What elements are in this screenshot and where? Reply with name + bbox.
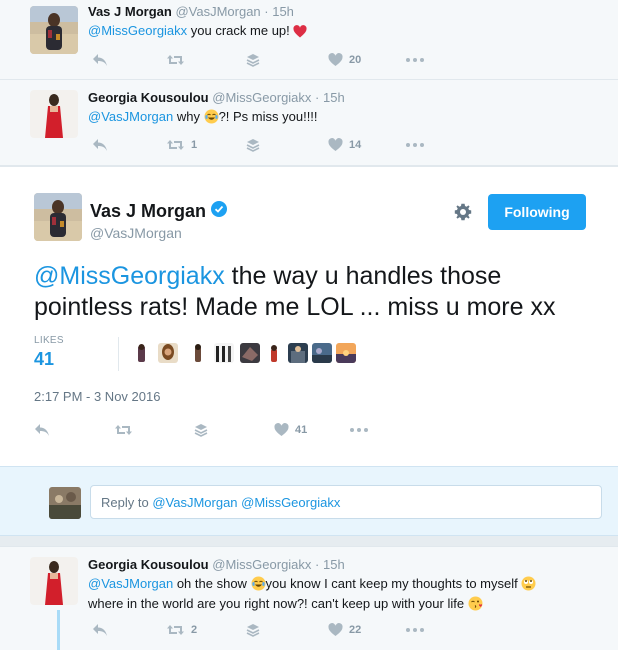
retweet-button[interactable] — [166, 51, 191, 69]
retweet-button[interactable]: 2 — [166, 621, 197, 639]
author-handle[interactable]: @VasJMorgan — [175, 4, 260, 19]
reply-composer: Reply to @VasJMorgan @MissGeorgiakx — [0, 466, 618, 536]
thread-connector — [57, 610, 60, 650]
buffer-icon — [194, 423, 208, 437]
eye-roll-icon — [521, 576, 536, 595]
red-heart-icon — [293, 25, 307, 42]
tears-of-joy-icon — [204, 109, 219, 128]
avatar[interactable] — [30, 557, 78, 605]
more-button[interactable] — [406, 51, 424, 69]
retweet-icon — [166, 53, 185, 67]
more-icon — [406, 143, 424, 147]
tears-of-joy-icon — [251, 576, 266, 595]
liker-avatar[interactable] — [288, 343, 308, 363]
retweet-icon — [166, 138, 185, 152]
reply-button[interactable] — [34, 421, 50, 439]
buffer-icon — [246, 623, 260, 637]
author-name[interactable]: Vas J Morgan — [90, 201, 228, 222]
divider — [118, 337, 119, 371]
liker-avatar[interactable] — [132, 343, 152, 363]
tweet-item[interactable]: Georgia Kousoulou @MissGeorgiakx · 15h @… — [0, 80, 618, 166]
buffer-icon — [246, 53, 260, 67]
verified-icon — [211, 201, 228, 222]
buffer-button[interactable] — [194, 421, 208, 439]
kissing-face-icon — [468, 596, 483, 615]
avatar[interactable] — [34, 193, 82, 241]
tweet-text: @VasJMorgan oh the show you know I cant … — [88, 575, 536, 615]
mention-link[interactable]: @VasJMorgan — [88, 576, 173, 591]
reply-icon — [34, 423, 50, 437]
likes-label: LIKES — [34, 335, 64, 346]
tweet-header: Georgia Kousoulou @MissGeorgiakx · 15h — [88, 557, 345, 572]
reply-button[interactable] — [92, 136, 108, 154]
tweet-item[interactable]: Vas J Morgan @VasJMorgan · 15h @MissGeor… — [0, 0, 618, 80]
buffer-button[interactable] — [246, 136, 260, 154]
tweet-actions: 2 22 — [88, 621, 448, 639]
tweet-time[interactable]: · 15h — [315, 557, 345, 572]
liker-avatar[interactable] — [336, 343, 356, 363]
mention-link[interactable]: @VasJMorgan — [88, 109, 173, 124]
heart-icon — [328, 53, 343, 67]
tweet-header: Vas J Morgan @VasJMorgan · 15h — [88, 4, 294, 19]
buffer-button[interactable] — [246, 51, 260, 69]
tweet-time[interactable]: · 15h — [315, 90, 345, 105]
author-handle[interactable]: @MissGeorgiakx — [212, 90, 311, 105]
heart-icon — [328, 138, 343, 152]
liker-avatar[interactable] — [312, 343, 332, 363]
reply-button[interactable] — [92, 51, 108, 69]
following-button[interactable]: Following — [488, 194, 586, 230]
more-icon — [406, 58, 424, 62]
tweet-text: @MissGeorgiakx you crack me up! — [88, 22, 307, 42]
retweet-button[interactable]: 1 — [166, 136, 197, 154]
more-button[interactable] — [406, 136, 424, 154]
more-icon — [406, 628, 424, 632]
tweet-actions: 1 14 — [88, 136, 448, 154]
like-button[interactable]: 41 — [274, 421, 307, 439]
heart-icon — [328, 623, 343, 637]
tweet-header: Georgia Kousoulou @MissGeorgiakx · 15h — [88, 90, 345, 105]
like-button[interactable]: 14 — [328, 136, 361, 154]
like-button[interactable]: 20 — [328, 51, 361, 69]
retweet-icon — [166, 623, 185, 637]
more-button[interactable] — [350, 421, 368, 439]
liker-avatar[interactable] — [264, 343, 284, 363]
more-button[interactable] — [406, 621, 424, 639]
author-name[interactable]: Georgia Kousoulou — [88, 90, 209, 105]
reply-icon — [92, 53, 108, 67]
retweet-icon — [114, 423, 133, 437]
tweet-timestamp[interactable]: 2:17 PM - 3 Nov 2016 — [34, 389, 160, 404]
author-name[interactable]: Vas J Morgan — [88, 4, 172, 19]
reply-button[interactable] — [92, 621, 108, 639]
tweet-text: @MissGeorgiakx the way u handles those p… — [34, 262, 556, 321]
more-icon — [350, 428, 368, 432]
current-user-avatar — [49, 487, 81, 519]
like-button[interactable]: 22 — [328, 621, 361, 639]
mention-link[interactable]: @MissGeorgiakx — [34, 262, 225, 290]
liker-avatar[interactable] — [214, 343, 234, 363]
liker-avatar[interactable] — [158, 343, 178, 363]
tweet-actions: 20 — [88, 51, 448, 69]
tweet-actions: 41 — [34, 421, 414, 439]
avatar[interactable] — [30, 90, 78, 138]
liker-avatar[interactable] — [240, 343, 260, 363]
liker-avatar[interactable] — [188, 343, 208, 363]
avatar[interactable] — [30, 6, 78, 54]
reply-input[interactable]: Reply to @VasJMorgan @MissGeorgiakx — [90, 485, 602, 519]
reply-icon — [92, 138, 108, 152]
gear-icon[interactable] — [454, 203, 472, 226]
retweet-button[interactable] — [114, 421, 133, 439]
author-name[interactable]: Georgia Kousoulou — [88, 557, 209, 572]
mention-link[interactable]: @MissGeorgiakx — [88, 23, 187, 38]
heart-icon — [274, 423, 289, 437]
permalink-tweet: Vas J Morgan @VasJMorgan Following @Miss… — [0, 166, 618, 466]
tweet-item[interactable]: Georgia Kousoulou @MissGeorgiakx · 15h @… — [0, 546, 618, 650]
author-handle[interactable]: @MissGeorgiakx — [212, 557, 311, 572]
buffer-button[interactable] — [246, 621, 260, 639]
author-handle[interactable]: @VasJMorgan — [90, 225, 182, 241]
reply-icon — [92, 623, 108, 637]
tweet-time[interactable]: · 15h — [264, 4, 294, 19]
buffer-icon — [246, 138, 260, 152]
likes-count[interactable]: 41 — [34, 349, 54, 370]
tweet-text: @VasJMorgan why ?! Ps miss you!!!! — [88, 108, 318, 128]
